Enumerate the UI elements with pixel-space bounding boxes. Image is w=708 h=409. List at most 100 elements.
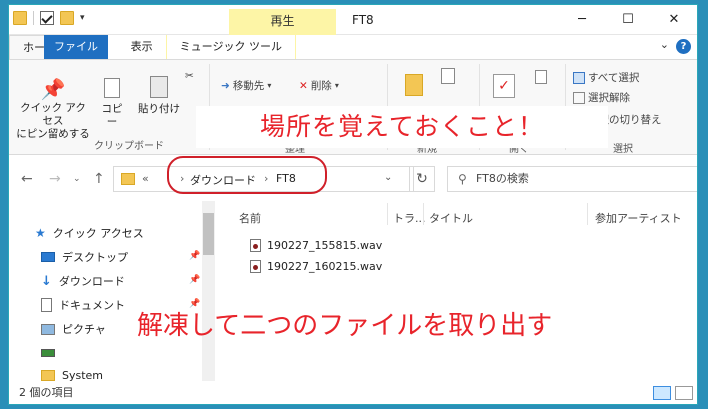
folder-icon: [121, 173, 135, 185]
move-to-label: 移動先: [232, 80, 265, 92]
file-name: 190227_155815.wav: [267, 239, 383, 252]
drive-icon: [41, 349, 55, 357]
select-all-label: すべて選択: [588, 72, 640, 84]
select-none-button[interactable]: 選択解除: [573, 90, 630, 105]
nav-item-quick-access[interactable]: ★ クイック アクセス: [35, 225, 144, 241]
address-highlight-oval: [167, 156, 327, 194]
column-header-artist[interactable]: 参加アーティスト: [595, 210, 682, 226]
chevron-down-icon: ▾: [334, 81, 339, 90]
recent-chevron-icon[interactable]: ⌄: [73, 174, 81, 184]
nav-item-label: デスクトップ: [62, 251, 128, 264]
copy-label: コピー: [101, 103, 123, 128]
paste-button[interactable]: 貼り付け: [137, 76, 181, 116]
window-title: FT8: [352, 13, 374, 27]
pin-label-line1: クイック アクセス: [20, 102, 86, 127]
cut-icon[interactable]: ✂: [185, 70, 194, 82]
location-callout: 場所を覚えておくこと！: [196, 106, 608, 148]
copy-button[interactable]: コピー: [97, 76, 127, 129]
nav-item-label: ピクチャ: [62, 323, 106, 336]
search-input[interactable]: ⚲ FT8の検索: [447, 166, 697, 192]
move-to-button[interactable]: ➜ 移動先 ▾: [221, 78, 271, 93]
nav-item-desktop[interactable]: デスクトップ: [41, 249, 128, 265]
chevron-down-icon[interactable]: ⌄: [384, 172, 392, 183]
back-arrow-icon[interactable]: ←: [21, 171, 33, 187]
ribbon-tabs: ファイル ホーム 共有 表示 ミュージック ツール: [9, 35, 697, 59]
tab-view[interactable]: 表示: [118, 35, 166, 59]
search-icon: ⚲: [458, 172, 467, 186]
nav-item-label: ドキュメント: [59, 299, 125, 312]
large-icons-view-icon[interactable]: [675, 386, 693, 400]
nav-item-label: ダウンロード: [58, 275, 125, 288]
select-all-button[interactable]: すべて選択: [573, 70, 639, 85]
breadcrumb-overflow[interactable]: «: [142, 172, 149, 185]
clipboard-group-text: クリップボード: [94, 141, 164, 152]
details-view-icon[interactable]: [653, 386, 671, 400]
context-tab-play[interactable]: 再生: [229, 9, 336, 35]
document-icon: [41, 298, 52, 312]
minimize-button[interactable]: ─: [559, 5, 605, 35]
close-button[interactable]: ✕: [651, 5, 697, 35]
nav-item-downloads[interactable]: ↓ ダウンロード: [41, 273, 125, 289]
star-icon: ★: [35, 226, 46, 240]
chevron-down-icon[interactable]: ▾: [80, 13, 85, 23]
table-row[interactable]: 190227_155815.wav: [250, 239, 382, 252]
paste-label: 貼り付け: [138, 103, 180, 115]
column-header-name[interactable]: 名前: [239, 210, 261, 226]
pin-icon: 📌: [40, 77, 66, 101]
divider: [33, 11, 34, 25]
new-item-icon[interactable]: [441, 68, 455, 84]
folder-icon: [41, 370, 55, 381]
column-header-track[interactable]: トラ...: [393, 210, 426, 226]
up-arrow-icon[interactable]: ↑: [93, 171, 105, 187]
new-folder-icon[interactable]: [405, 74, 423, 96]
open-icon[interactable]: [535, 70, 547, 84]
select-group-label: 選択: [613, 144, 633, 155]
nav-scrollbar-thumb[interactable]: [203, 213, 214, 255]
desktop-icon: [41, 252, 55, 262]
wav-file-icon: [250, 239, 261, 252]
nav-item-label: クイック アクセス: [52, 227, 144, 240]
wav-file-icon: [250, 260, 261, 273]
tab-music-tools[interactable]: ミュージック ツール: [165, 35, 296, 59]
pin-icon[interactable]: 📌: [189, 251, 200, 261]
divider: [423, 203, 424, 225]
forward-arrow-icon[interactable]: →: [49, 171, 61, 187]
maximize-button[interactable]: ☐: [605, 5, 651, 35]
delete-label: 削除: [310, 80, 332, 92]
navigation-pane: ★ クイック アクセス デスクトップ 📌 ↓ ダウンロード 📌 ドキュメント 📌…: [9, 201, 214, 382]
picture-icon: [41, 323, 55, 335]
address-bar-row: ← → ⌄ ↑ « › ダウンロード › FT8 ⌄ ↻ ⚲ FT8の検索: [9, 161, 697, 197]
download-arrow-icon: ↓: [41, 273, 52, 289]
delete-button[interactable]: ✕ 削除 ▾: [299, 78, 339, 93]
quick-access-toolbar: ▾: [13, 11, 85, 25]
file-list: 名前 トラ... タイトル 参加アーティスト 190227_155815.wav…: [215, 201, 697, 381]
properties-check-icon[interactable]: [40, 11, 54, 25]
nav-item-documents[interactable]: ドキュメント: [41, 297, 125, 313]
pin-icon[interactable]: 📌: [189, 275, 200, 285]
status-bar: 2 個の項目: [9, 381, 697, 404]
properties-icon[interactable]: ✓: [493, 74, 515, 98]
move-to-icon: ➜: [221, 79, 230, 92]
divider: [387, 203, 388, 225]
delete-x-icon: ✕: [299, 79, 308, 92]
select-none-label: 選択解除: [588, 92, 630, 104]
select-all-icon: [573, 71, 585, 84]
explorer-window: ▾ 再生 FT8 ─ ☐ ✕ ファイル ホーム 共有 表示 ミュージック ツール…: [8, 4, 698, 405]
refresh-button[interactable]: ↻: [409, 166, 435, 192]
nav-item-drive[interactable]: [41, 349, 62, 357]
table-row[interactable]: 190227_160215.wav: [250, 260, 382, 273]
clipboard-icon: [150, 76, 168, 98]
pin-quick-access-button[interactable]: 📌 クイック アクセス にピン留めする: [15, 76, 91, 141]
file-name: 190227_160215.wav: [267, 260, 383, 273]
collapse-ribbon-icon[interactable]: ⌄: [660, 38, 669, 51]
help-icon[interactable]: ?: [676, 39, 691, 54]
folder-icon[interactable]: [13, 11, 27, 25]
new-folder-icon[interactable]: [60, 11, 74, 25]
clipboard-group-label: クリップボード: [69, 140, 189, 153]
chevron-down-icon: ▾: [267, 81, 272, 90]
nav-item-pictures[interactable]: ピクチャ: [41, 321, 106, 337]
divider: [587, 203, 588, 225]
tab-file[interactable]: ファイル: [44, 35, 108, 59]
instruction-text: 解凍して二つのファイルを取り出す: [137, 311, 553, 341]
column-header-title[interactable]: タイトル: [429, 210, 473, 226]
